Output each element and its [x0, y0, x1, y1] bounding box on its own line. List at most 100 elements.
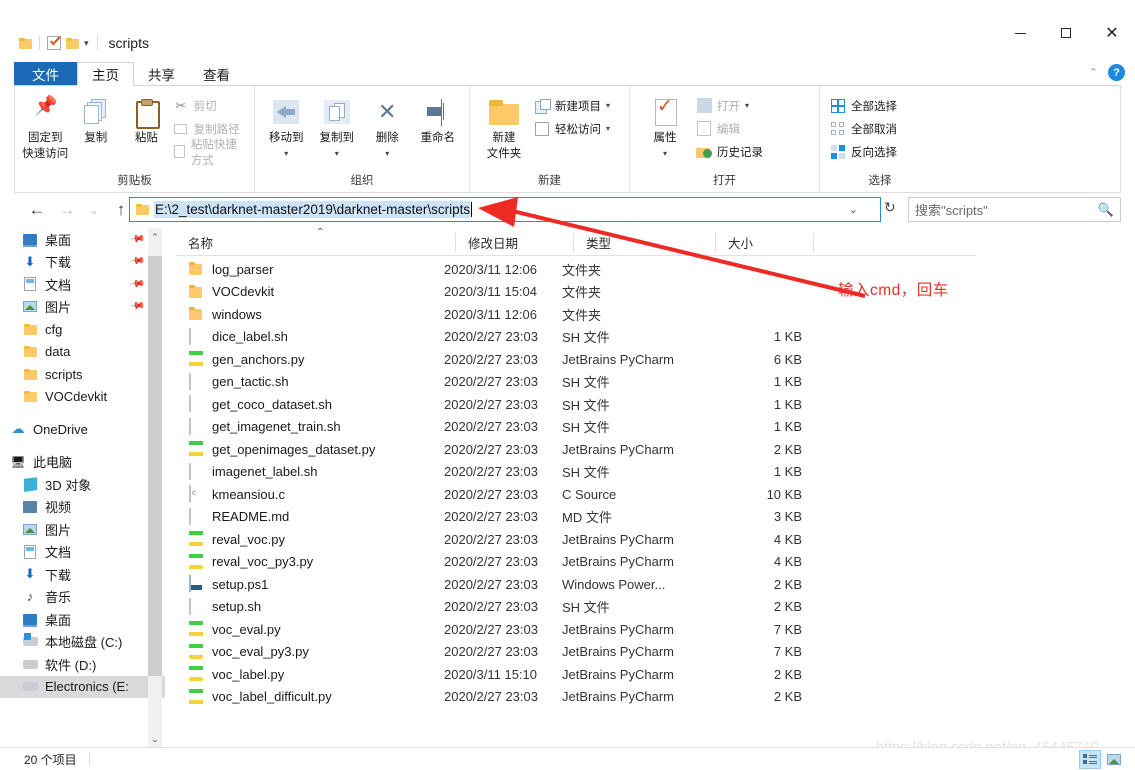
- file-row[interactable]: gen_anchors.py 2020/2/27 23:03 JetBrains P…: [176, 348, 996, 371]
- qat-properties-icon[interactable]: [45, 32, 63, 54]
- move-to-button[interactable]: 移动到 ▾: [261, 91, 312, 161]
- nav-item-scripts[interactable]: scripts: [0, 363, 165, 386]
- nav-item--[interactable]: 图片: [0, 518, 165, 541]
- nav-item-vocdevkit[interactable]: VOCdevkit: [0, 386, 165, 409]
- pin-icon[interactable]: 📌: [128, 231, 145, 247]
- column-header-size[interactable]: 大小: [716, 229, 814, 256]
- nav-item--[interactable]: 桌面 📌: [0, 228, 165, 251]
- details-view-button[interactable]: [1079, 749, 1101, 769]
- nav-item--[interactable]: 文档: [0, 541, 165, 564]
- history-button[interactable]: 历史记录: [696, 141, 763, 162]
- open-button[interactable]: 打开 ▾: [696, 95, 763, 116]
- chevron-up-icon[interactable]: ⌃: [1089, 66, 1098, 79]
- nav-item--[interactable]: ♪ 音乐: [0, 586, 165, 609]
- file-row[interactable]: reval_voc.py 2020/2/27 23:03 JetBrains PyC…: [176, 528, 996, 551]
- close-button[interactable]: ✕: [1089, 18, 1135, 48]
- pin-icon[interactable]: 📌: [128, 254, 145, 270]
- copy-to-button[interactable]: 复制到 ▾: [312, 91, 363, 161]
- chevron-down-icon[interactable]: ▾: [284, 147, 288, 161]
- file-row[interactable]: gen_tactic.sh 2020/2/27 23:03 SH 文件 1 KB: [176, 371, 996, 394]
- qat-new-folder-icon[interactable]: [63, 32, 81, 54]
- file-row[interactable]: voc_eval.py 2020/2/27 23:03 JetBrains PyCh…: [176, 618, 996, 641]
- recent-locations-button[interactable]: ⌄: [82, 195, 106, 225]
- delete-button[interactable]: ✕ 删除 ▾: [362, 91, 413, 161]
- file-row[interactable]: windows 2020/3/11 12:06 文件夹: [176, 303, 996, 326]
- rename-button[interactable]: 重命名: [413, 91, 464, 145]
- nav-item-3d-[interactable]: 3D 对象: [0, 473, 165, 496]
- file-row[interactable]: setup.sh 2020/2/27 23:03 SH 文件 2 KB: [176, 596, 996, 619]
- invert-selection-button[interactable]: 反向选择: [830, 141, 897, 162]
- chevron-down-icon[interactable]: ▾: [663, 147, 667, 161]
- file-row[interactable]: voc_label.py 2020/3/11 15:10 JetBrains PyC…: [176, 663, 996, 686]
- chevron-down-icon[interactable]: ▾: [81, 38, 92, 49]
- nav-item--[interactable]: ⬇ 下载 📌: [0, 251, 165, 274]
- navigation-pane[interactable]: 桌面 📌 ⬇ 下载 📌 文档 📌 图片 📌 cfg data scripts VOCdevkit ☁ One…: [0, 228, 165, 748]
- search-input[interactable]: 搜索"scripts" 🔍: [908, 197, 1121, 222]
- minimize-button[interactable]: [997, 18, 1043, 48]
- select-all-button[interactable]: 全部选择: [830, 95, 897, 116]
- file-row[interactable]: imagenet_label.sh 2020/2/27 23:03 SH 文件 1 K…: [176, 461, 996, 484]
- file-row[interactable]: dice_label.sh 2020/2/27 23:03 SH 文件 1 KB: [176, 326, 996, 349]
- refresh-button[interactable]: ↻: [884, 199, 896, 216]
- file-row[interactable]: reval_voc_py3.py 2020/2/27 23:03 JetBrains…: [176, 551, 996, 574]
- select-none-button[interactable]: 全部取消: [830, 118, 897, 139]
- scroll-up-button[interactable]: ⌃: [148, 228, 162, 246]
- file-row[interactable]: voc_eval_py3.py 2020/2/27 23:03 JetBrains …: [176, 641, 996, 664]
- large-icons-view-button[interactable]: [1103, 750, 1125, 769]
- forward-button[interactable]: →: [52, 195, 82, 225]
- nav-item--[interactable]: 视频: [0, 496, 165, 519]
- file-row[interactable]: kmeansiou.c 2020/2/27 23:03 C Source 10 KB: [176, 483, 996, 506]
- column-header-type[interactable]: 类型: [574, 229, 716, 256]
- column-header-name[interactable]: ⌃ 名称: [176, 227, 456, 256]
- new-item-button[interactable]: 新建项目 ▾: [534, 95, 610, 116]
- chevron-down-icon[interactable]: ▾: [606, 101, 610, 110]
- pin-icon[interactable]: 📌: [128, 276, 145, 292]
- tab-file[interactable]: 文件: [14, 62, 77, 86]
- copy-button[interactable]: 复制: [72, 91, 121, 145]
- properties-button[interactable]: 属性 ▾: [636, 91, 694, 161]
- edit-button[interactable]: 编辑: [696, 118, 763, 139]
- scroll-down-button[interactable]: ⌄: [148, 730, 162, 748]
- tab-share[interactable]: 共享: [134, 62, 189, 86]
- nav-item--[interactable]: 桌面: [0, 608, 165, 631]
- tab-view[interactable]: 查看: [189, 62, 244, 86]
- file-row[interactable]: get_openimages_dataset.py 2020/2/27 23:03…: [176, 438, 996, 461]
- nav-item--[interactable]: 🖥 此电脑: [0, 451, 165, 474]
- cut-button[interactable]: ✂ 剪切: [173, 95, 248, 116]
- file-row[interactable]: setup.ps1 2020/2/27 23:03 Windows Power...…: [176, 573, 996, 596]
- file-row[interactable]: get_coco_dataset.sh 2020/2/27 23:03 SH 文件 1…: [176, 393, 996, 416]
- new-folder-button[interactable]: 新建 文件夹: [476, 91, 532, 161]
- nav-item--[interactable]: 文档 📌: [0, 273, 165, 296]
- help-icon[interactable]: ?: [1108, 64, 1125, 81]
- address-input[interactable]: E:\2_test\darknet-master2019\darknet-mas…: [129, 197, 881, 222]
- scrollbar-thumb[interactable]: [148, 256, 162, 676]
- chevron-down-icon[interactable]: ▾: [385, 147, 389, 161]
- file-row[interactable]: get_imagenet_train.sh 2020/2/27 23:03 SH 文…: [176, 416, 996, 439]
- tab-home[interactable]: 主页: [77, 62, 134, 86]
- nav-item--c-[interactable]: 本地磁盘 (C:): [0, 631, 165, 654]
- qat-folder-icon[interactable]: [16, 32, 34, 54]
- nav-item--d-[interactable]: 软件 (D:): [0, 653, 165, 676]
- chevron-down-icon[interactable]: ▾: [745, 101, 749, 110]
- column-header-date[interactable]: 修改日期: [456, 229, 574, 256]
- back-button[interactable]: ←: [22, 195, 52, 225]
- paste-shortcut-button[interactable]: 粘贴快捷方式: [173, 139, 248, 167]
- nav-item--[interactable]: ⬇ 下载: [0, 563, 165, 586]
- file-row[interactable]: README.md 2020/2/27 23:03 MD 文件 3 KB: [176, 506, 996, 529]
- file-row[interactable]: voc_label_difficult.py 2020/2/27 23:03 Jet…: [176, 686, 996, 709]
- file-list[interactable]: log_parser 2020/3/11 12:06 文件夹 VOCdevkit 202…: [176, 258, 996, 708]
- chevron-down-icon[interactable]: ⌄: [849, 203, 858, 216]
- nav-item-onedrive[interactable]: ☁ OneDrive: [0, 418, 165, 441]
- chevron-down-icon[interactable]: ▾: [606, 124, 610, 133]
- nav-item-electronics-e-[interactable]: Electronics (E:: [0, 675, 165, 698]
- paste-button[interactable]: 粘贴: [122, 91, 171, 145]
- navigation-scrollbar[interactable]: ⌃ ⌄: [148, 228, 162, 748]
- easy-access-button[interactable]: 轻松访问 ▾: [534, 118, 610, 139]
- nav-item-cfg[interactable]: cfg: [0, 318, 165, 341]
- pin-icon[interactable]: 📌: [128, 299, 145, 315]
- nav-item-data[interactable]: data: [0, 341, 165, 364]
- nav-item--[interactable]: 图片 📌: [0, 296, 165, 319]
- maximize-button[interactable]: [1043, 18, 1089, 48]
- chevron-down-icon[interactable]: ▾: [335, 147, 339, 161]
- pin-to-quick-access-button[interactable]: 固定到 快速访问: [21, 91, 70, 161]
